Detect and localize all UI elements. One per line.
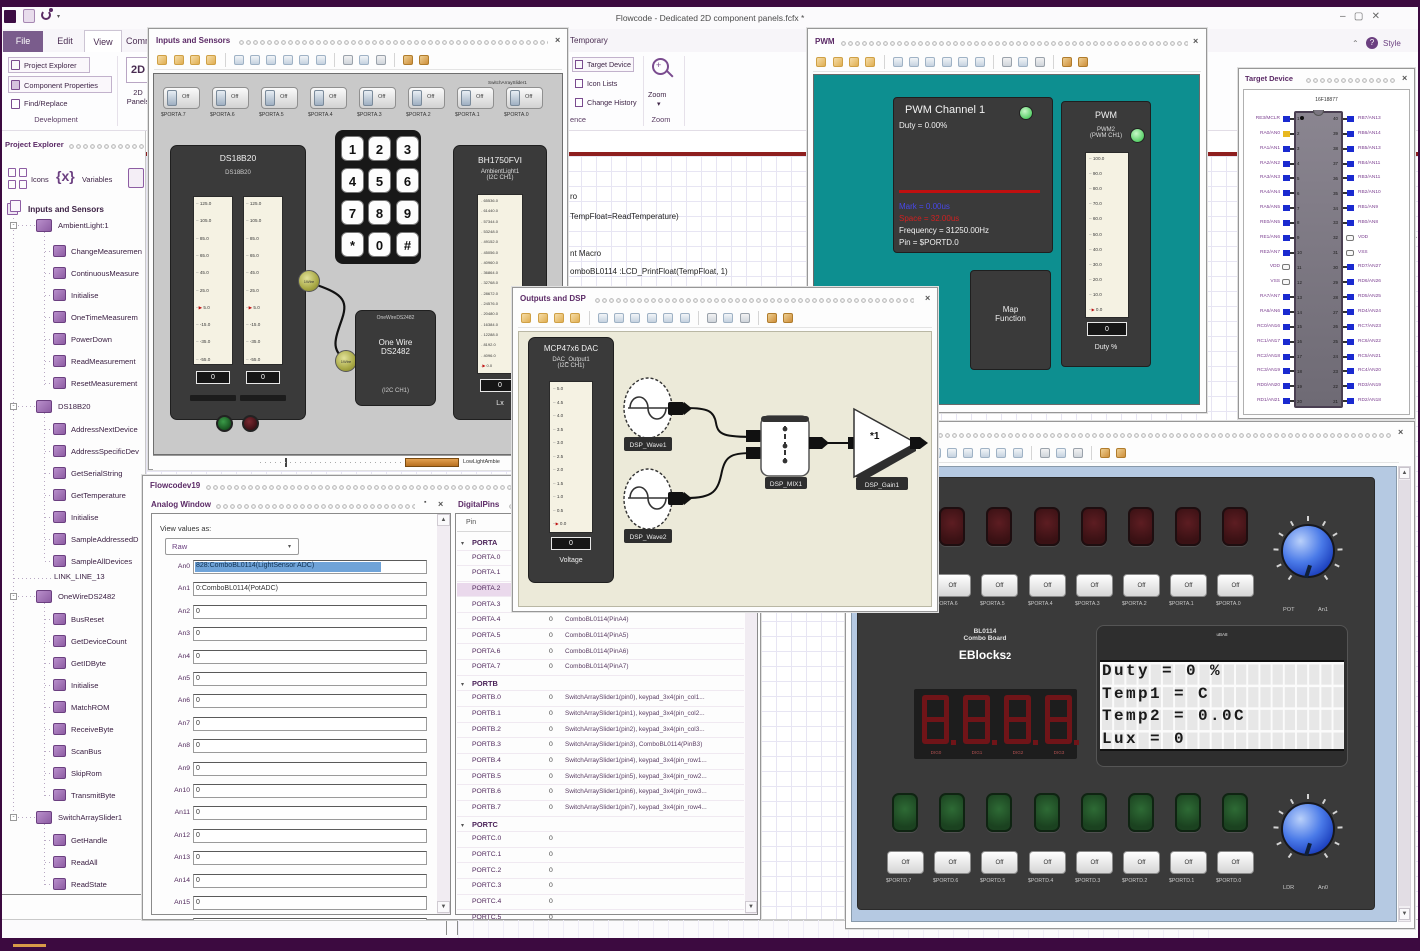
svg-text:DSP_Gain1: DSP_Gain1 — [865, 482, 900, 489]
svg-text:*1: *1 — [870, 431, 880, 442]
svg-text:DSP_Wave2: DSP_Wave2 — [630, 534, 667, 541]
svg-text:DSP_Wave1: DSP_Wave1 — [630, 442, 667, 449]
svg-text:DSP_MIX1: DSP_MIX1 — [770, 481, 803, 488]
